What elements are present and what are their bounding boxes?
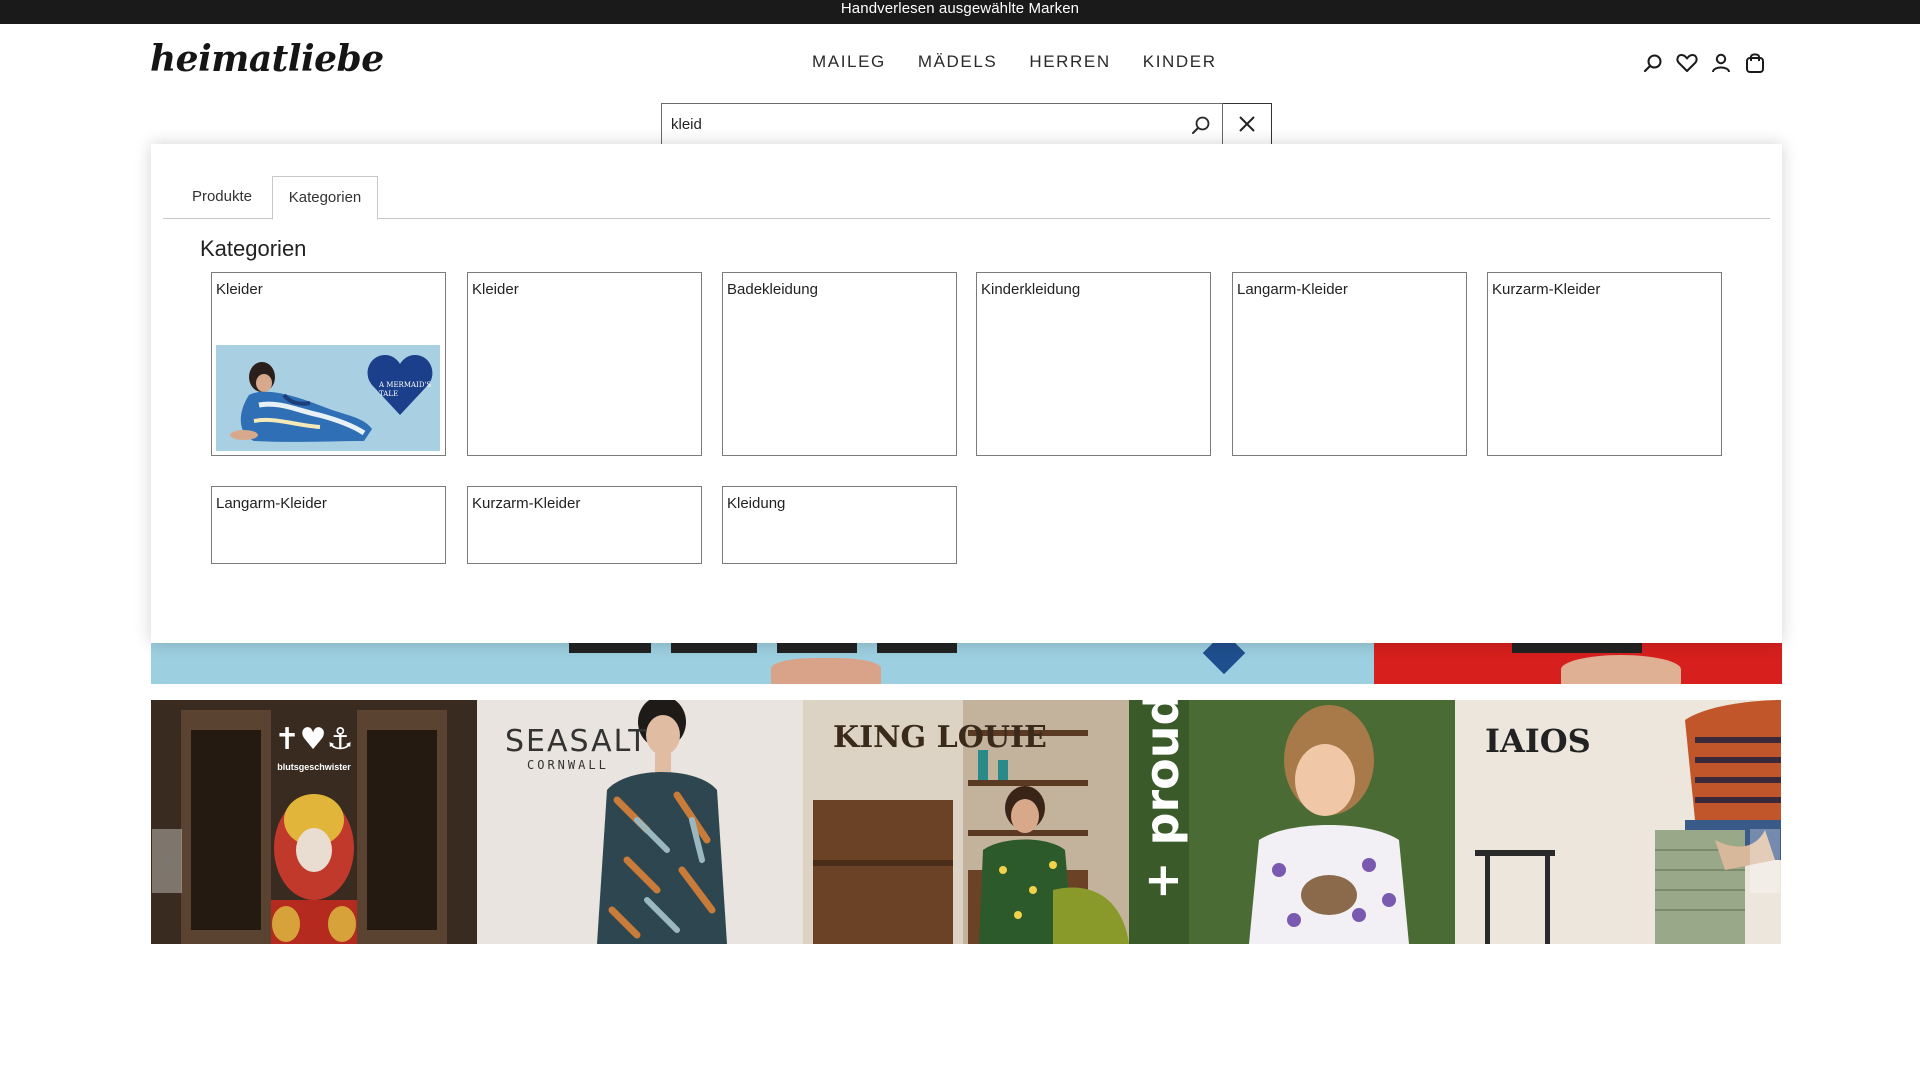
close-icon (1239, 116, 1255, 132)
category-label: Kleider (216, 281, 263, 298)
bag-icon[interactable] (1744, 52, 1766, 74)
brand-name: IAIOS (1485, 722, 1591, 760)
category-label: Kleidung (727, 495, 786, 512)
category-card-langarm-kleider[interactable]: Langarm-Kleider (1232, 272, 1467, 456)
tab-produkte[interactable]: Produkte (183, 176, 261, 219)
category-card-kurzarm-kleider[interactable]: Kurzarm-Kleider (467, 486, 702, 564)
category-label: Langarm-Kleider (1237, 281, 1348, 298)
hero-button (877, 642, 957, 653)
search-input[interactable] (662, 104, 1222, 144)
carousel-prev-button[interactable]: ‹ (152, 829, 182, 893)
brand-name: + proud (1135, 700, 1189, 900)
category-card-badekleidung[interactable]: Badekleidung (722, 272, 957, 456)
category-card-kleider[interactable]: Kleider (467, 272, 702, 456)
category-card-kleider[interactable]: Kleider A MERMAID'S TALE (211, 272, 446, 456)
search-results-dropdown: Produkte Kategorien Kategorien Kleider A… (151, 144, 1782, 643)
category-label: Kleider (472, 281, 519, 298)
chevron-left-icon: ‹ (163, 848, 171, 873)
hero-button (671, 642, 757, 653)
hero-button (777, 642, 857, 653)
brand-tile-proud[interactable]: + proud (1129, 700, 1455, 944)
brand-tile-king-louie[interactable]: KING LOUIE (803, 700, 1129, 944)
nav-item-maileg[interactable]: MAILEG (812, 52, 886, 72)
main-nav: MAILEG MÄDELS HERREN KINDER (812, 52, 1217, 72)
search-box (661, 103, 1223, 145)
category-card-kurzarm-kleider[interactable]: Kurzarm-Kleider (1487, 272, 1722, 456)
brand-carousel: ✝♥⚓ blutsgeschwister SEASALT CORNWALL KI… (151, 700, 1782, 944)
brand-subname: CORNWALL (527, 758, 609, 772)
section-title: Kategorien (200, 236, 307, 261)
announcement-text: Handverlesen ausgewählte Marken (840, 0, 1080, 17)
clear-search-button[interactable] (1223, 103, 1272, 145)
category-label: Kurzarm-Kleider (1492, 281, 1601, 298)
model-illustration (230, 362, 372, 442)
brand-name: blutsgeschwister (277, 762, 351, 772)
announcement-bar: Handverlesen ausgewählte Marken (0, 0, 1920, 24)
category-image-text: A MERMAID'S TALE (379, 381, 432, 398)
hero-button (1512, 642, 1642, 653)
brand-tile-seasalt[interactable]: SEASALT CORNWALL (477, 700, 803, 944)
category-card-kleidung[interactable]: Kleidung (722, 486, 957, 564)
category-card-langarm-kleider[interactable]: Langarm-Kleider (211, 486, 446, 564)
tab-kategorien[interactable]: Kategorien (272, 176, 378, 220)
carousel-next-button[interactable] (1750, 829, 1780, 893)
hero-button (569, 642, 651, 653)
heart-icon[interactable] (1676, 52, 1698, 74)
hero-image-detail (771, 658, 881, 684)
category-label: Badekleidung (727, 281, 818, 298)
category-label: Langarm-Kleider (216, 495, 327, 512)
search-icon[interactable] (1642, 52, 1664, 74)
user-icon[interactable] (1710, 52, 1732, 74)
nav-item-kinder[interactable]: KINDER (1143, 52, 1217, 72)
brand-name: SEASALT (505, 724, 649, 759)
site-logo[interactable]: heimatliebe (150, 38, 384, 80)
nav-item-maedels[interactable]: MÄDELS (918, 52, 998, 72)
category-label: Kurzarm-Kleider (472, 495, 581, 512)
category-label: Kinderkleidung (981, 281, 1081, 298)
brand-name: KING LOUIE (833, 720, 1047, 755)
brand-logo-symbols: ✝♥⚓ (274, 722, 354, 757)
brand-tile-iaios[interactable]: IAIOS (1455, 700, 1781, 944)
search-bar (661, 103, 1272, 145)
result-tabs: Produkte Kategorien (163, 176, 1770, 220)
category-card-kinderkleidung[interactable]: Kinderkleidung (976, 272, 1211, 456)
brand-tile-blutsgeschwister[interactable]: ✝♥⚓ blutsgeschwister (151, 700, 477, 944)
category-image: A MERMAID'S TALE (216, 345, 440, 451)
nav-item-herren[interactable]: HERREN (1029, 52, 1110, 72)
hero-image-detail (1561, 655, 1681, 684)
search-icon[interactable] (1190, 114, 1212, 136)
header-icons (1642, 52, 1766, 74)
